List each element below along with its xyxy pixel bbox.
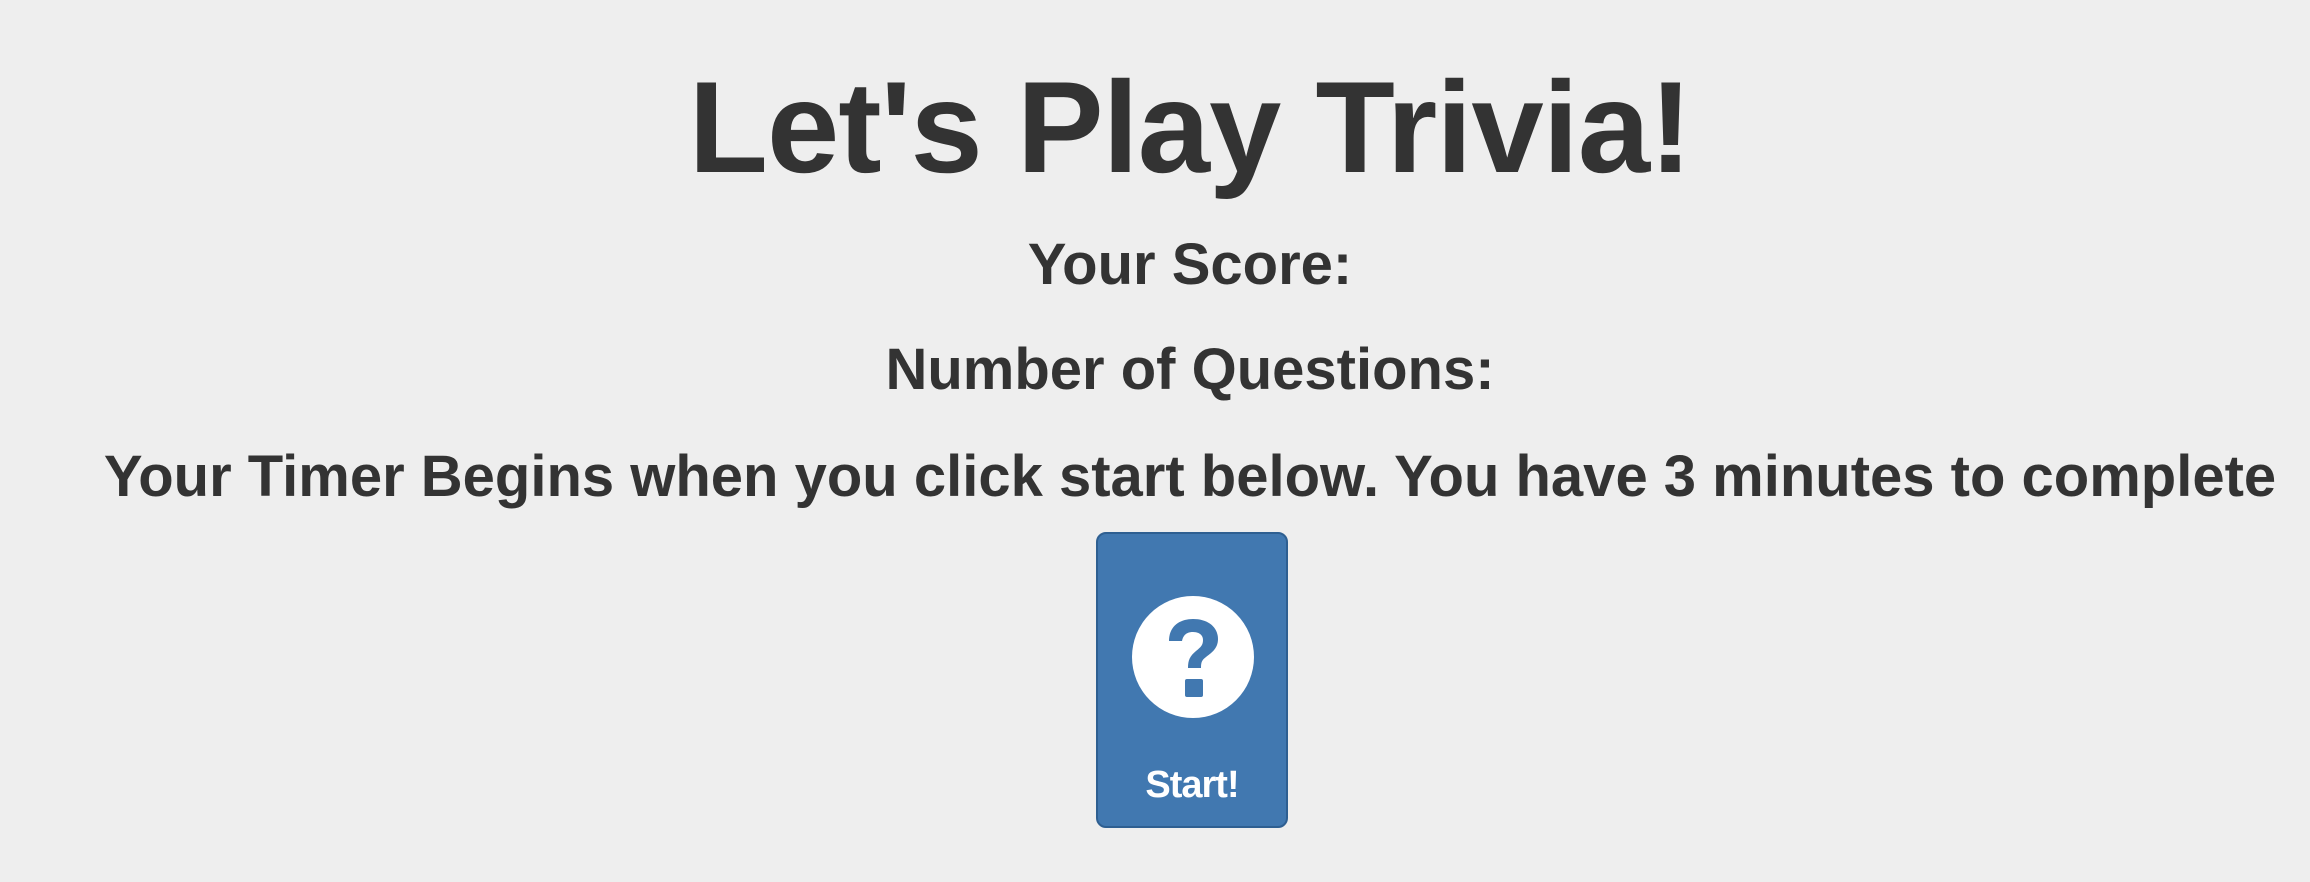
trivia-page: Let's Play Trivia! Your Score: Number of…: [0, 0, 2310, 882]
question-circle-icon: [1132, 596, 1254, 718]
page-title: Let's Play Trivia!: [688, 54, 1693, 200]
start-button-label: Start!: [1145, 764, 1239, 806]
timer-instructions: Your Timer Begins when you click start b…: [103, 444, 2277, 509]
number-of-questions-label: Number of Questions:: [885, 337, 1495, 402]
start-button[interactable]: Start!: [1096, 532, 1288, 828]
score-label: Your Score:: [1027, 232, 1353, 297]
